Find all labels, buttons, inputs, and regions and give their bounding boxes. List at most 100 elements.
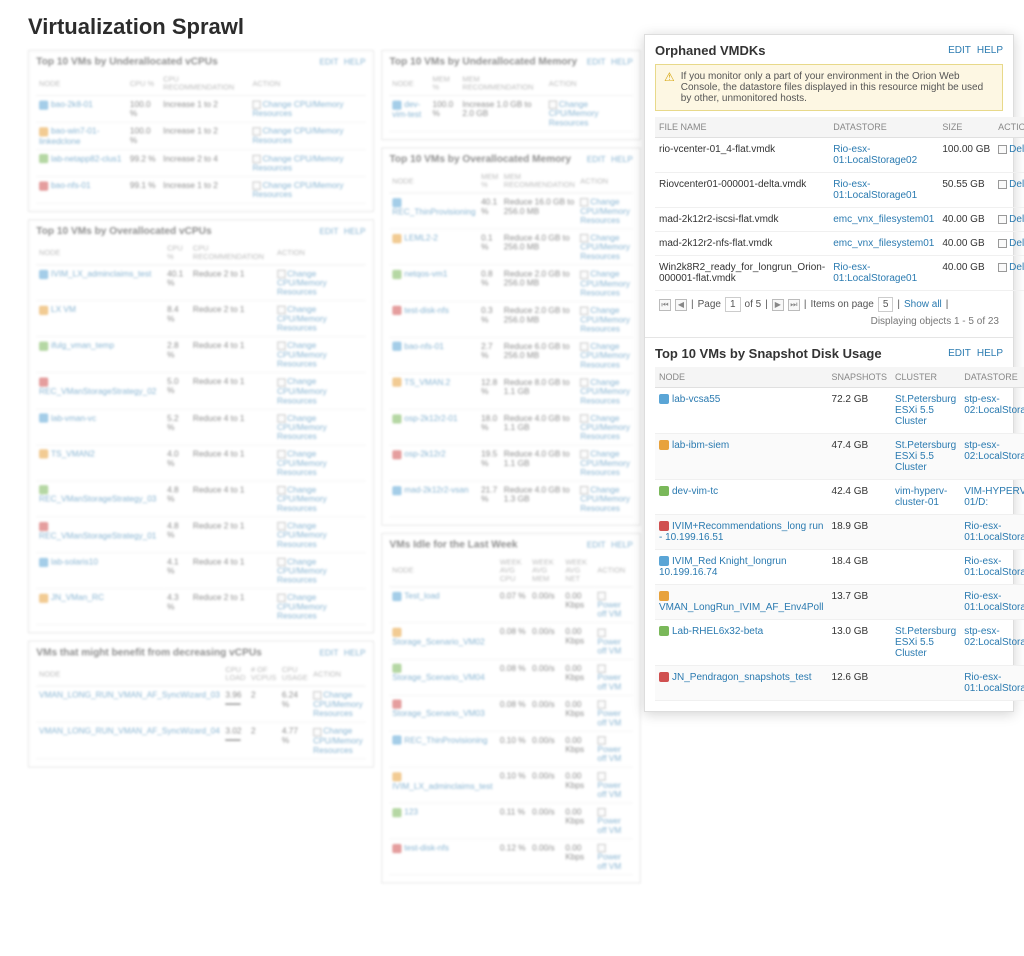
node-link[interactable]: IVIM_Red Knight_longrun 10.199.16.74	[659, 556, 787, 578]
datastore-link[interactable]: emc_vnx_filesystem01	[833, 238, 934, 249]
help-link[interactable]: HELP	[977, 348, 1003, 359]
datastore-link[interactable]: Rio-esx-01:LocalStorage02	[833, 144, 917, 166]
last-page-button[interactable]: ⏭	[788, 299, 800, 311]
delete-datastore-file-link[interactable]: Delete datastore file	[1009, 214, 1024, 225]
node-link[interactable]: bao-nfs-01	[51, 181, 91, 190]
cluster-link[interactable]: St.Petersburg ESXi 5.5 Cluster	[895, 394, 956, 427]
node-link[interactable]: REC_ThinProvisioning	[392, 207, 475, 216]
action-link[interactable]: Power off VM	[597, 601, 621, 619]
node-link[interactable]: REC_VManStorageStrategy_02	[39, 387, 156, 396]
help-link[interactable]: HELP	[977, 45, 1003, 56]
prev-page-button[interactable]: ◀	[675, 299, 687, 311]
node-link[interactable]: REC_VManStorageStrategy_01	[39, 531, 156, 540]
datastore-link[interactable]: stp-esx-02:LocalStorage01	[964, 440, 1024, 462]
node-link[interactable]: mad-2k12r2-vsan	[404, 485, 468, 494]
datastore-link[interactable]: Rio-esx-01:LocalStorage02	[964, 591, 1024, 613]
action-link[interactable]: Change CPU/Memory Resources	[252, 100, 343, 119]
node-link[interactable]: Lab-RHEL6x32-beta	[672, 626, 763, 637]
datastore-link[interactable]: Rio-esx-01:LocalStorage02	[964, 556, 1024, 578]
node-link[interactable]: JN_VMan_RC	[51, 593, 104, 602]
node-link[interactable]: VMAN_LongRun_IVIM_AF_Env4Poll	[659, 602, 824, 613]
edit-link[interactable]: EDIT	[320, 57, 339, 66]
node-link[interactable]: TS_VMAN.2	[404, 377, 450, 386]
action-link[interactable]: Power off VM	[597, 708, 621, 726]
cluster-link[interactable]: St.Petersburg ESXi 5.5 Cluster	[895, 440, 956, 473]
action-link[interactable]: Power off VM	[597, 816, 621, 834]
help-link[interactable]: HELP	[344, 648, 366, 657]
node-link[interactable]: 123	[404, 807, 418, 816]
node-link[interactable]: Storage_Scenario_VM02	[392, 637, 485, 646]
datastore-link[interactable]: emc_vnx_filesystem01	[833, 214, 934, 225]
node-link[interactable]: JN_Pendragon_snapshots_test	[672, 672, 812, 683]
show-all-link[interactable]: Show all	[904, 299, 942, 310]
node-link[interactable]: Storage_Scenario_VM03	[392, 709, 485, 718]
node-link[interactable]: bao-nfs-01	[404, 341, 444, 350]
node-link[interactable]: lab-vcsa55	[672, 394, 720, 405]
next-page-button[interactable]: ▶	[772, 299, 784, 311]
node-link[interactable]: IVIM_LX_adminclaims_test	[51, 269, 151, 278]
delete-datastore-file-link[interactable]: Delete datastore file	[1009, 144, 1024, 155]
datastore-link[interactable]: VIM-HYPERV-01/D:	[964, 486, 1024, 508]
edit-link[interactable]: EDIT	[320, 227, 339, 236]
node-link[interactable]: test-disk-nfs	[404, 305, 449, 314]
action-link[interactable]: Power off VM	[597, 780, 621, 798]
datastore-link[interactable]: stp-esx-02:LocalStorage01	[964, 394, 1024, 416]
node-link[interactable]: osp-2k12r2	[404, 449, 445, 458]
help-link[interactable]: HELP	[344, 227, 366, 236]
datastore-link[interactable]: stp-esx-02:LocalStorage01	[964, 626, 1024, 648]
datastore-link[interactable]: Rio-esx-01:LocalStorage02	[964, 521, 1024, 543]
help-link[interactable]: HELP	[611, 541, 633, 550]
edit-link[interactable]: EDIT	[948, 348, 971, 359]
items-input[interactable]: 5	[878, 297, 894, 312]
panel-title: VMs that might benefit from decreasing v…	[36, 647, 262, 658]
node-link[interactable]: netqos-vm1	[404, 269, 447, 278]
help-link[interactable]: HELP	[611, 57, 633, 66]
page-input[interactable]: 1	[725, 297, 741, 312]
action-link[interactable]: Change CPU/Memory Resources	[252, 154, 343, 173]
edit-link[interactable]: EDIT	[320, 648, 339, 657]
edit-link[interactable]: EDIT	[948, 45, 971, 56]
node-link[interactable]: REC_VManStorageStrategy_03	[39, 495, 156, 504]
edit-link[interactable]: EDIT	[587, 541, 606, 550]
node-link[interactable]: LX VM	[51, 305, 76, 314]
help-link[interactable]: HELP	[344, 57, 366, 66]
first-page-button[interactable]: ⏮	[659, 299, 671, 311]
action-link[interactable]: Change CPU/Memory Resources	[252, 126, 343, 145]
datastore-link[interactable]: Rio-esx-01:LocalStorage01	[833, 262, 917, 284]
node-link[interactable]: Storage_Scenario_VM04	[392, 673, 485, 682]
action-link[interactable]: Power off VM	[597, 637, 621, 655]
action-link[interactable]: Power off VM	[597, 744, 621, 762]
help-link[interactable]: HELP	[611, 155, 633, 164]
node-link[interactable]: osp-2k12r2-01	[404, 413, 457, 422]
node-link[interactable]: lab-solaris10	[51, 557, 98, 566]
node-link[interactable]: dev-vim-tc	[672, 486, 718, 497]
edit-link[interactable]: EDIT	[587, 57, 606, 66]
table-row: mad-2k12r2-vsan21.7 %Reduce 4.0 GB to 1.…	[389, 481, 632, 517]
node-link[interactable]: lab-ibm-siem	[672, 440, 729, 451]
delete-datastore-file-link[interactable]: Delete datastore file	[1009, 262, 1024, 273]
node-link[interactable]: VMAN_LONG_RUN_VMAN_AF_SyncWizard_04	[39, 727, 220, 736]
node-link[interactable]: LEML2-2	[404, 233, 438, 242]
node-link[interactable]: lab-vman-vc	[51, 413, 96, 422]
node-link[interactable]: test-disk-nfs	[404, 843, 449, 852]
delete-datastore-file-link[interactable]: Delete datastore file	[1009, 238, 1024, 249]
node-link[interactable]: IVIM+Recommendations_long run - 10.199.1…	[659, 521, 823, 543]
cluster-link[interactable]: vim-hyperv-cluster-01	[895, 486, 947, 508]
node-link[interactable]: REC_ThinProvisioning	[404, 735, 487, 744]
node-link[interactable]: VMAN_LONG_RUN_VMAN_AF_SyncWizard_03	[39, 691, 220, 700]
node-link[interactable]: TS_VMAN2	[51, 449, 95, 458]
edit-link[interactable]: EDIT	[587, 155, 606, 164]
action-link[interactable]: Change CPU/Memory Resources	[252, 181, 343, 200]
datastore-link[interactable]: Rio-esx-01:LocalStorage01	[833, 179, 917, 201]
delete-datastore-file-link[interactable]: Delete datastore file	[1009, 179, 1024, 190]
datastore-link[interactable]: Rio-esx-01:LocalStorage02	[964, 672, 1024, 694]
col-load: CPU LOAD	[223, 662, 249, 686]
action-link[interactable]: Power off VM	[597, 852, 621, 870]
node-link[interactable]: lab-netapp82-clus1	[51, 154, 121, 163]
node-link[interactable]: IVIM_LX_adminclaims_test	[392, 781, 492, 790]
action-link[interactable]: Power off VM	[597, 672, 621, 690]
cluster-link[interactable]: St.Petersburg ESXi 5.5 Cluster	[895, 626, 956, 659]
node-link[interactable]: bao-2k8-01	[51, 100, 93, 109]
node-link[interactable]: ifulg_vman_temp	[51, 341, 114, 350]
node-link[interactable]: Test_load	[404, 591, 439, 600]
